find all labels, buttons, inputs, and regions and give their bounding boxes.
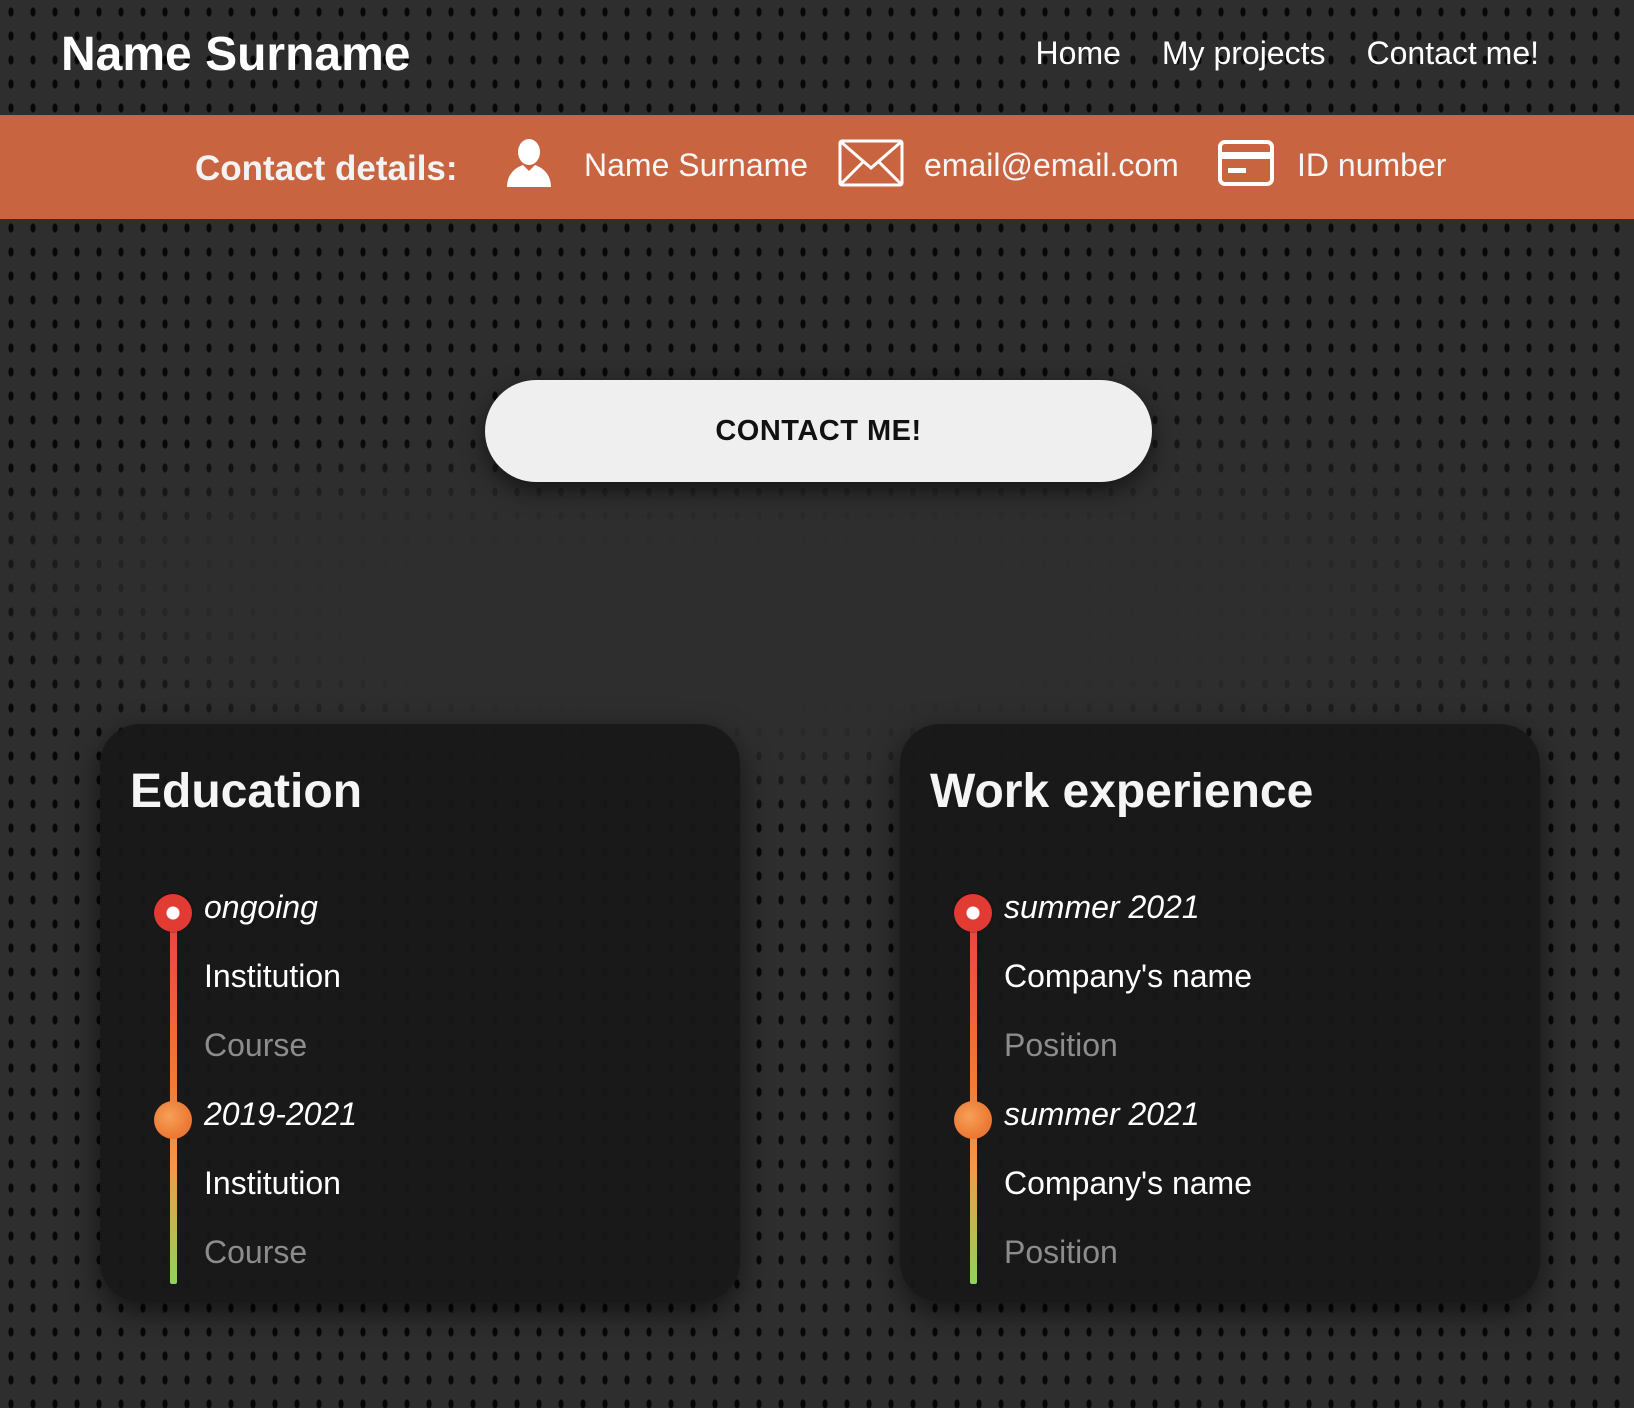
work-entry-company: Company's name bbox=[1004, 1165, 1252, 1201]
education-entry-date: ongoing bbox=[204, 889, 318, 925]
work-timeline: summer 2021 Company's name Position summ… bbox=[900, 724, 1540, 1302]
education-entry-course: Course bbox=[204, 1234, 308, 1270]
work-entry-date: summer 2021 bbox=[1004, 1096, 1200, 1132]
contact-name: Name Surname bbox=[584, 146, 809, 183]
work-entry-position: Position bbox=[1004, 1234, 1118, 1270]
contact-name-item: Name Surname bbox=[504, 137, 808, 193]
timeline-dot-current bbox=[154, 894, 192, 932]
nav-contact-me-link[interactable]: Contact me! bbox=[1366, 35, 1539, 72]
education-entry-course: Course bbox=[204, 1027, 308, 1063]
nav-my-projects-link[interactable]: My projects bbox=[1162, 35, 1326, 72]
contact-id-item: ID number bbox=[1217, 137, 1446, 193]
user-icon bbox=[504, 137, 554, 194]
contact-id-number: ID number bbox=[1297, 146, 1447, 183]
nav-home-link[interactable]: Home bbox=[1036, 35, 1121, 72]
work-entry-position: Position bbox=[1004, 1027, 1118, 1063]
envelope-icon bbox=[838, 138, 904, 193]
contact-details-bar: Contact details: Name Surname email@emai… bbox=[0, 115, 1634, 219]
contact-details-label: Contact details: bbox=[195, 149, 458, 188]
work-entry-company: Company's name bbox=[1004, 958, 1252, 994]
contact-me-button[interactable]: CONTACT ME! bbox=[485, 380, 1152, 482]
education-entry-institution: Institution bbox=[204, 958, 341, 994]
brand-name: Name Surname bbox=[61, 28, 411, 81]
timeline-dot-current bbox=[954, 894, 992, 932]
id-card-icon bbox=[1217, 139, 1275, 192]
education-card: Education ongoing Institution Course 201… bbox=[100, 724, 740, 1302]
work-experience-card: Work experience summer 2021 Company's na… bbox=[900, 724, 1540, 1302]
contact-email: email@email.com bbox=[924, 146, 1179, 183]
timeline-dot-past bbox=[154, 1101, 192, 1139]
work-entry-date: summer 2021 bbox=[1004, 889, 1200, 925]
education-entry-date: 2019-2021 bbox=[204, 1096, 358, 1132]
main-nav: Home My projects Contact me! bbox=[1036, 35, 1539, 72]
contact-email-item: email@email.com bbox=[838, 137, 1179, 193]
site-header: Name Surname Home My projects Contact me… bbox=[0, 0, 1634, 115]
timeline-line bbox=[170, 914, 177, 1284]
education-timeline: ongoing Institution Course 2019-2021 Ins… bbox=[100, 724, 740, 1302]
education-entry-institution: Institution bbox=[204, 1165, 341, 1201]
timeline-dot-past bbox=[954, 1101, 992, 1139]
timeline-line bbox=[970, 914, 977, 1284]
